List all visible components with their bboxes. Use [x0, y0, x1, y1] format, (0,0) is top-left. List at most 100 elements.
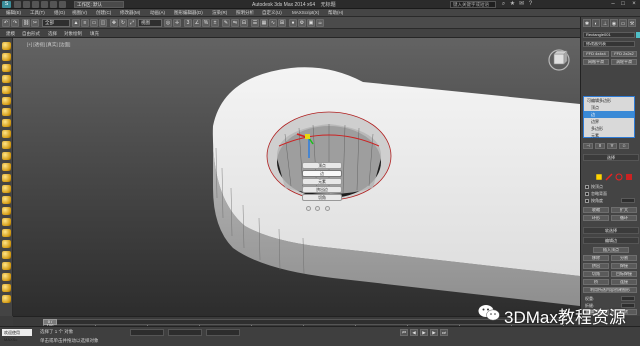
pivot-center-button[interactable]: ◎ — [164, 19, 172, 27]
hierarchy-tab-icon[interactable]: ⊥ — [601, 19, 609, 27]
curve-editor-button[interactable]: ∿ — [269, 19, 277, 27]
display-tab-icon[interactable]: ▭ — [619, 19, 627, 27]
text-plus-icon[interactable] — [2, 295, 11, 303]
manipulate-button[interactable]: ✛ — [173, 19, 181, 27]
box-icon[interactable] — [2, 42, 11, 50]
graphite-toggle-button[interactable]: ▦ — [260, 19, 268, 27]
search-icon[interactable]: ⌕ — [500, 1, 507, 8]
tab-freeform[interactable]: 自由形式 — [22, 31, 40, 37]
ring-button[interactable]: 环形 — [583, 215, 609, 221]
communication-icon[interactable]: ✉ — [518, 1, 525, 8]
make-unique-button[interactable]: ∀ — [607, 143, 617, 149]
edge-mode-icon[interactable] — [605, 173, 613, 181]
stack-item-edge[interactable]: 边 — [584, 111, 634, 118]
menu-views[interactable]: 视图(V) — [72, 10, 87, 16]
show-end-result-button[interactable]: Ⅱ — [595, 143, 605, 149]
menu-modifiers[interactable]: 修改器(M) — [120, 10, 140, 16]
hose-icon[interactable] — [2, 251, 11, 259]
quad-shortcut-1-icon[interactable] — [306, 206, 311, 211]
stack-item-element[interactable]: 元素 — [584, 132, 634, 139]
save-file-icon[interactable] — [32, 1, 39, 8]
meshsmooth-button[interactable]: 网格平滑 — [583, 59, 609, 65]
schematic-view-button[interactable]: ⊞ — [278, 19, 286, 27]
plane-icon[interactable] — [2, 141, 11, 149]
menu-tools[interactable]: 工具(T) — [30, 10, 45, 16]
menu-customize[interactable]: 自定义(U) — [262, 10, 282, 16]
new-file-icon[interactable] — [14, 1, 21, 8]
prism-icon[interactable] — [2, 207, 11, 215]
named-selection-button[interactable]: ✎ — [222, 19, 230, 27]
menu-graph-editors[interactable]: 图形编辑器(D) — [174, 10, 203, 16]
remove-modifier-button[interactable]: ♲ — [619, 143, 629, 149]
render-frame-button[interactable]: ▣ — [307, 19, 315, 27]
render-button[interactable]: ☕ — [316, 19, 324, 27]
quad-item-extrude-edge[interactable]: 挤出边 — [302, 186, 342, 193]
subscription-icon[interactable]: ★ — [509, 1, 516, 8]
border-mode-icon[interactable] — [615, 173, 623, 181]
chamfer-button[interactable]: 切角 — [583, 271, 609, 277]
connect-button[interactable]: 连接 — [611, 279, 637, 285]
next-frame-button[interactable]: ▶ — [430, 329, 438, 336]
angle-spinner[interactable] — [621, 198, 635, 203]
ctank-icon[interactable] — [2, 262, 11, 270]
gengon-icon[interactable] — [2, 196, 11, 204]
goto-end-button[interactable]: ⏭ — [440, 329, 448, 336]
sphere-icon[interactable] — [2, 64, 11, 72]
insert-vertex-button[interactable]: 插入顶点 — [593, 247, 629, 253]
spinner-snap-button[interactable]: ± — [211, 19, 219, 27]
mirror-button[interactable]: ⇋ — [231, 19, 239, 27]
redo-button[interactable]: ↷ — [11, 19, 19, 27]
perspective-viewport[interactable]: [+] [透视] [真实] [边面] 顶点 边 元素 挤出边 切角 — [13, 38, 580, 316]
select-by-name-button[interactable]: ≡ — [81, 19, 89, 27]
quad-item-element[interactable]: 元素 — [302, 178, 342, 185]
torus-knot-icon[interactable] — [2, 229, 11, 237]
remove-button[interactable]: 移除 — [583, 255, 609, 261]
torus-icon[interactable] — [2, 75, 11, 83]
menu-maxscript[interactable]: MAXScript(X) — [292, 10, 319, 15]
coord-x-field[interactable] — [130, 329, 164, 336]
quad-item-chamfer[interactable]: 切角 — [302, 194, 342, 201]
align-button[interactable]: ⊟ — [240, 19, 248, 27]
modifier-list-dropdown[interactable]: 修改器列表 — [583, 41, 635, 47]
vertex-mode-icon[interactable] — [595, 173, 603, 181]
menu-lighting[interactable]: 照明分析 — [236, 10, 254, 16]
coord-y-field[interactable] — [168, 329, 202, 336]
redo-icon[interactable] — [50, 1, 57, 8]
loop-button[interactable]: 循环 — [611, 215, 637, 221]
motion-tab-icon[interactable]: ◉ — [610, 19, 618, 27]
bridge-button[interactable]: 桥 — [583, 279, 609, 285]
coord-z-field[interactable] — [206, 329, 240, 336]
modify-tab-icon[interactable]: ◐ — [592, 19, 600, 27]
rect-region-button[interactable]: ▭ — [90, 19, 98, 27]
capsule-icon[interactable] — [2, 152, 11, 160]
grow-button[interactable]: 扩大 — [611, 207, 637, 213]
render-setup-button[interactable]: ⚙ — [298, 19, 306, 27]
pin-stack-button[interactable]: ⊣ — [583, 143, 593, 149]
ignore-backfacing-checkbox[interactable] — [585, 192, 589, 196]
teapot-icon[interactable] — [2, 130, 11, 138]
ringwave-icon[interactable] — [2, 240, 11, 248]
by-vertex-checkbox[interactable] — [585, 185, 589, 189]
close-icon[interactable]: × — [629, 0, 639, 9]
create-shape-button[interactable]: 利用所选内容创建图形 — [583, 287, 637, 293]
cext-icon[interactable] — [2, 284, 11, 292]
stack-item-editable-poly[interactable]: 可编辑多边形 — [584, 97, 634, 104]
tab-object-paint[interactable]: 对象绘制 — [64, 31, 82, 37]
utilities-tab-icon[interactable]: ⚒ — [628, 19, 636, 27]
target-weld-button[interactable]: 目标焊接 — [611, 271, 637, 277]
spindle-icon[interactable] — [2, 163, 11, 171]
project-folder-icon[interactable] — [59, 1, 66, 8]
pyramid-icon[interactable] — [2, 119, 11, 127]
tube-icon[interactable] — [2, 108, 11, 116]
tab-selection[interactable]: 选择 — [48, 31, 57, 37]
weight-spinner[interactable] — [621, 296, 635, 301]
tab-modeling[interactable]: 建模 — [6, 31, 15, 37]
edit-edges-rollout-header[interactable]: 编辑边 — [583, 237, 639, 244]
undo-icon[interactable] — [41, 1, 48, 8]
material-editor-button[interactable]: ● — [289, 19, 297, 27]
object-color-swatch[interactable] — [636, 32, 640, 38]
shrink-button[interactable]: 收缩 — [583, 207, 609, 213]
extrude-button[interactable]: 挤出 — [583, 263, 609, 269]
soft-selection-rollout-header[interactable]: 软选择 — [583, 227, 639, 234]
play-button[interactable]: ▶ — [420, 329, 428, 336]
